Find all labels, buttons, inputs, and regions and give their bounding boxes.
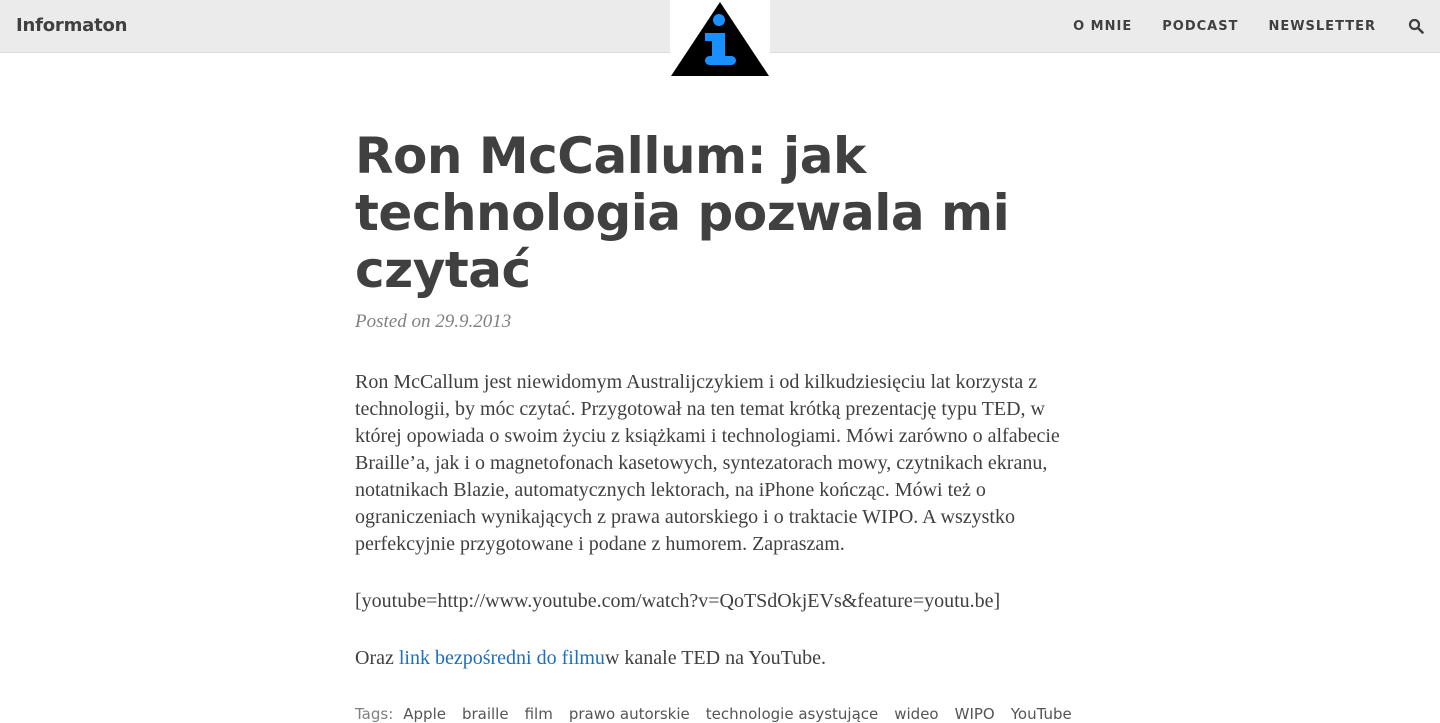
search-icon[interactable]: [1408, 18, 1424, 34]
youtube-shortcode: [youtube=http://www.youtube.com/watch?v=…: [355, 590, 1001, 612]
site-logo[interactable]: [670, 0, 770, 78]
paragraph-suffix: w kanale TED na YouTube.: [604, 647, 827, 669]
tag-link[interactable]: braille: [462, 705, 509, 723]
info-triangle-icon: [671, 2, 769, 76]
tag-link[interactable]: prawo autorskie: [569, 705, 690, 723]
tag-link[interactable]: wideo: [894, 705, 938, 723]
post-title: Ron McCallum: jak technologia pozwala mi…: [355, 127, 1010, 299]
nav-item-newsletter[interactable]: NEWSLETTER: [1268, 19, 1376, 34]
paragraph-prefix: Oraz: [355, 647, 399, 669]
tag-link[interactable]: technologie asystujące: [706, 705, 879, 723]
direct-film-link[interactable]: link bezpośredni do filmu: [399, 647, 605, 669]
tag-link[interactable]: film: [525, 705, 553, 723]
tags-label: Tags:: [355, 705, 394, 723]
post-meta: Posted on 29.9.2013: [355, 311, 512, 332]
tag-link[interactable]: Apple: [403, 705, 446, 723]
nav-item-o-mnie[interactable]: O MNIE: [1073, 19, 1132, 34]
brand-link[interactable]: Informaton: [16, 15, 127, 36]
post-content: Ron McCallum: jak technologia pozwala mi…: [355, 128, 1085, 723]
main-nav: O MNIE PODCAST NEWSLETTER: [1073, 18, 1424, 34]
tag-link[interactable]: YouTube: [1011, 705, 1072, 723]
post-paragraph: Ron McCallum jest niewidomym Australijcz…: [355, 371, 1060, 555]
tag-link[interactable]: WIPO: [955, 705, 995, 723]
nav-item-podcast[interactable]: PODCAST: [1162, 19, 1238, 34]
post-paragraph-link: Oraz link bezpośredni do filmuw kanale T…: [355, 645, 1085, 672]
tags-list: Tags: Apple braille film prawo autorskie…: [355, 705, 1085, 723]
